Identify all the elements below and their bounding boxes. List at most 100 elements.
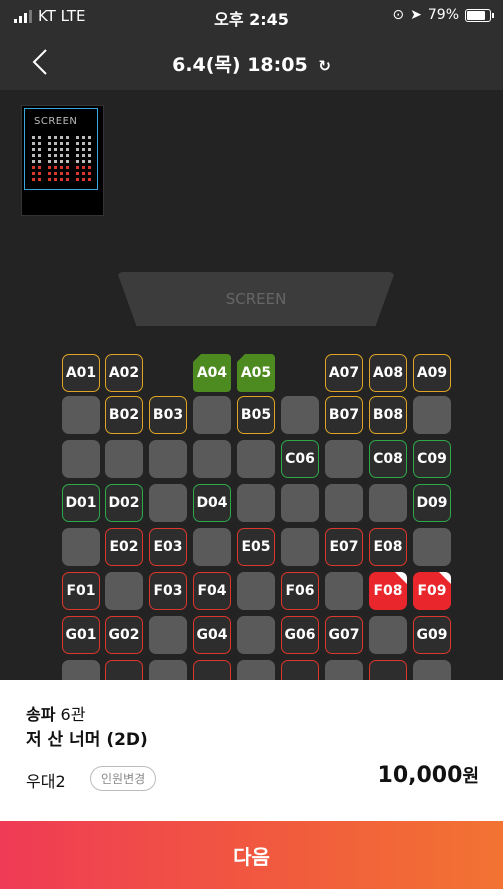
minimap-seat-dot [88, 160, 91, 163]
seat-f04[interactable]: F04 [193, 572, 231, 610]
next-button[interactable]: 다음 [0, 821, 503, 889]
seat-label: D09 [416, 495, 448, 511]
seat-a07[interactable]: A07 [325, 354, 363, 392]
seat-g01[interactable]: G01 [62, 616, 100, 654]
seat-c08[interactable]: C08 [369, 440, 407, 478]
seat-unavailable [325, 484, 363, 522]
minimap-seat-dot [32, 142, 35, 145]
minimap-seat-dot [54, 154, 57, 157]
seat-g02[interactable]: G02 [105, 616, 143, 654]
seat-f06[interactable]: F06 [281, 572, 319, 610]
minimap-seat-dot [38, 154, 41, 157]
seat-e03[interactable]: E03 [149, 528, 187, 566]
seat-d01[interactable]: D01 [62, 484, 100, 522]
seat-label: A05 [240, 365, 272, 381]
seat-label: G07 [328, 627, 360, 643]
seat-a05[interactable]: A05 [237, 354, 275, 392]
seat-label: C09 [417, 451, 447, 467]
seat-e02[interactable]: E02 [105, 528, 143, 566]
seat-label: A08 [372, 365, 404, 381]
seat-map[interactable]: A01 A02 A04 A05 A07 A08 A09 B02 B03 B05 B07 B08 C06 C… [0, 350, 503, 680]
booking-summary: 송파 6관 저 산 너머 (2D) 우대2 인원변경 10,000원 [0, 680, 503, 821]
minimap-seat-dot [38, 142, 41, 145]
seat-d02[interactable]: D02 [105, 484, 143, 522]
minimap-seat-dot [88, 166, 91, 169]
minimap-seat-dot [82, 178, 85, 181]
seat-e08[interactable]: E08 [369, 528, 407, 566]
minimap-seat-dot [54, 160, 57, 163]
seat-a08[interactable]: A08 [369, 354, 407, 392]
minimap-seat-dot [60, 160, 63, 163]
seat-f03[interactable]: F03 [149, 572, 187, 610]
seat-a04[interactable]: A04 [193, 354, 231, 392]
minimap-seat-dot [48, 172, 51, 175]
minimap-seat-dot [88, 136, 91, 139]
minimap-seat-dot [82, 154, 85, 157]
seat-f09[interactable]: F09 [413, 572, 451, 610]
seat-c09[interactable]: C09 [413, 440, 451, 478]
seat-unavailable [149, 440, 187, 478]
seat-e07[interactable]: E07 [325, 528, 363, 566]
change-people-button[interactable]: 인원변경 [90, 766, 157, 791]
seat-unavailable [281, 396, 319, 434]
seat-unavailable [237, 660, 275, 680]
seat-a09[interactable]: A09 [413, 354, 451, 392]
seat-a02[interactable]: A02 [105, 354, 143, 392]
seat-label: C08 [373, 451, 403, 467]
seat-f08[interactable]: F08 [369, 572, 407, 610]
seat-label: E05 [241, 539, 271, 555]
minimap-seat-dot [82, 142, 85, 145]
seat-c06[interactable]: C06 [281, 440, 319, 478]
battery-percent: 79% [427, 7, 459, 23]
minimap-seat-dot [88, 172, 91, 175]
seat-minimap[interactable]: SCREEN [21, 105, 104, 216]
minimap-seat-dot [60, 172, 63, 175]
theater-hall: 6관 [60, 705, 86, 724]
seat-label: D01 [65, 495, 97, 511]
showtime-title[interactable]: 6.4(목) 18:05 ↻ [0, 50, 503, 77]
minimap-seat-dot [38, 172, 41, 175]
seat-unavailable [149, 484, 187, 522]
seat-b05[interactable]: B05 [237, 396, 275, 434]
seat-b02[interactable]: B02 [105, 396, 143, 434]
seat-label: A01 [65, 365, 97, 381]
seat-label: A02 [108, 365, 140, 381]
seat-label: E07 [329, 539, 359, 555]
seat-b07[interactable]: B07 [325, 396, 363, 434]
seat-unavailable [237, 440, 275, 478]
minimap-seat-dot [48, 148, 51, 151]
seat-f01[interactable]: F01 [62, 572, 100, 610]
seat-label: F03 [153, 583, 183, 599]
seat-g09[interactable]: G09 [413, 616, 451, 654]
seat-label: G02 [108, 627, 140, 643]
minimap-seat-dot [76, 160, 79, 163]
seat-unavailable [62, 396, 100, 434]
minimap-seat-dot [32, 178, 35, 181]
seat-g04[interactable]: G04 [193, 616, 231, 654]
seat-unavailable [413, 660, 451, 680]
seat-label: B08 [372, 407, 404, 423]
seat-a01[interactable]: A01 [62, 354, 100, 392]
seat-b08[interactable]: B08 [369, 396, 407, 434]
seat-d09[interactable]: D09 [413, 484, 451, 522]
seat-g07[interactable]: G07 [325, 616, 363, 654]
seat-d04[interactable]: D04 [193, 484, 231, 522]
minimap-seat-dot [32, 172, 35, 175]
seat-label: E02 [109, 539, 139, 555]
movie-title: 저 산 너머 (2D) [26, 730, 148, 750]
minimap-seat-dot [66, 166, 69, 169]
minimap-seat-dot [54, 178, 57, 181]
minimap-seat-dot [38, 148, 41, 151]
seat-label: C06 [285, 451, 315, 467]
seat-g06[interactable]: G06 [281, 616, 319, 654]
seat-unavailable [281, 484, 319, 522]
seat-e05[interactable]: E05 [237, 528, 275, 566]
refresh-icon[interactable]: ↻ [318, 57, 331, 75]
seat-b03[interactable]: B03 [149, 396, 187, 434]
seat-label: E03 [153, 539, 183, 555]
seat-label: A09 [416, 365, 448, 381]
nav-bar: 6.4(목) 18:05 ↻ [0, 34, 503, 90]
minimap-seat-dot [32, 154, 35, 157]
minimap-seat-dot [60, 136, 63, 139]
minimap-seat-dots [32, 136, 92, 206]
